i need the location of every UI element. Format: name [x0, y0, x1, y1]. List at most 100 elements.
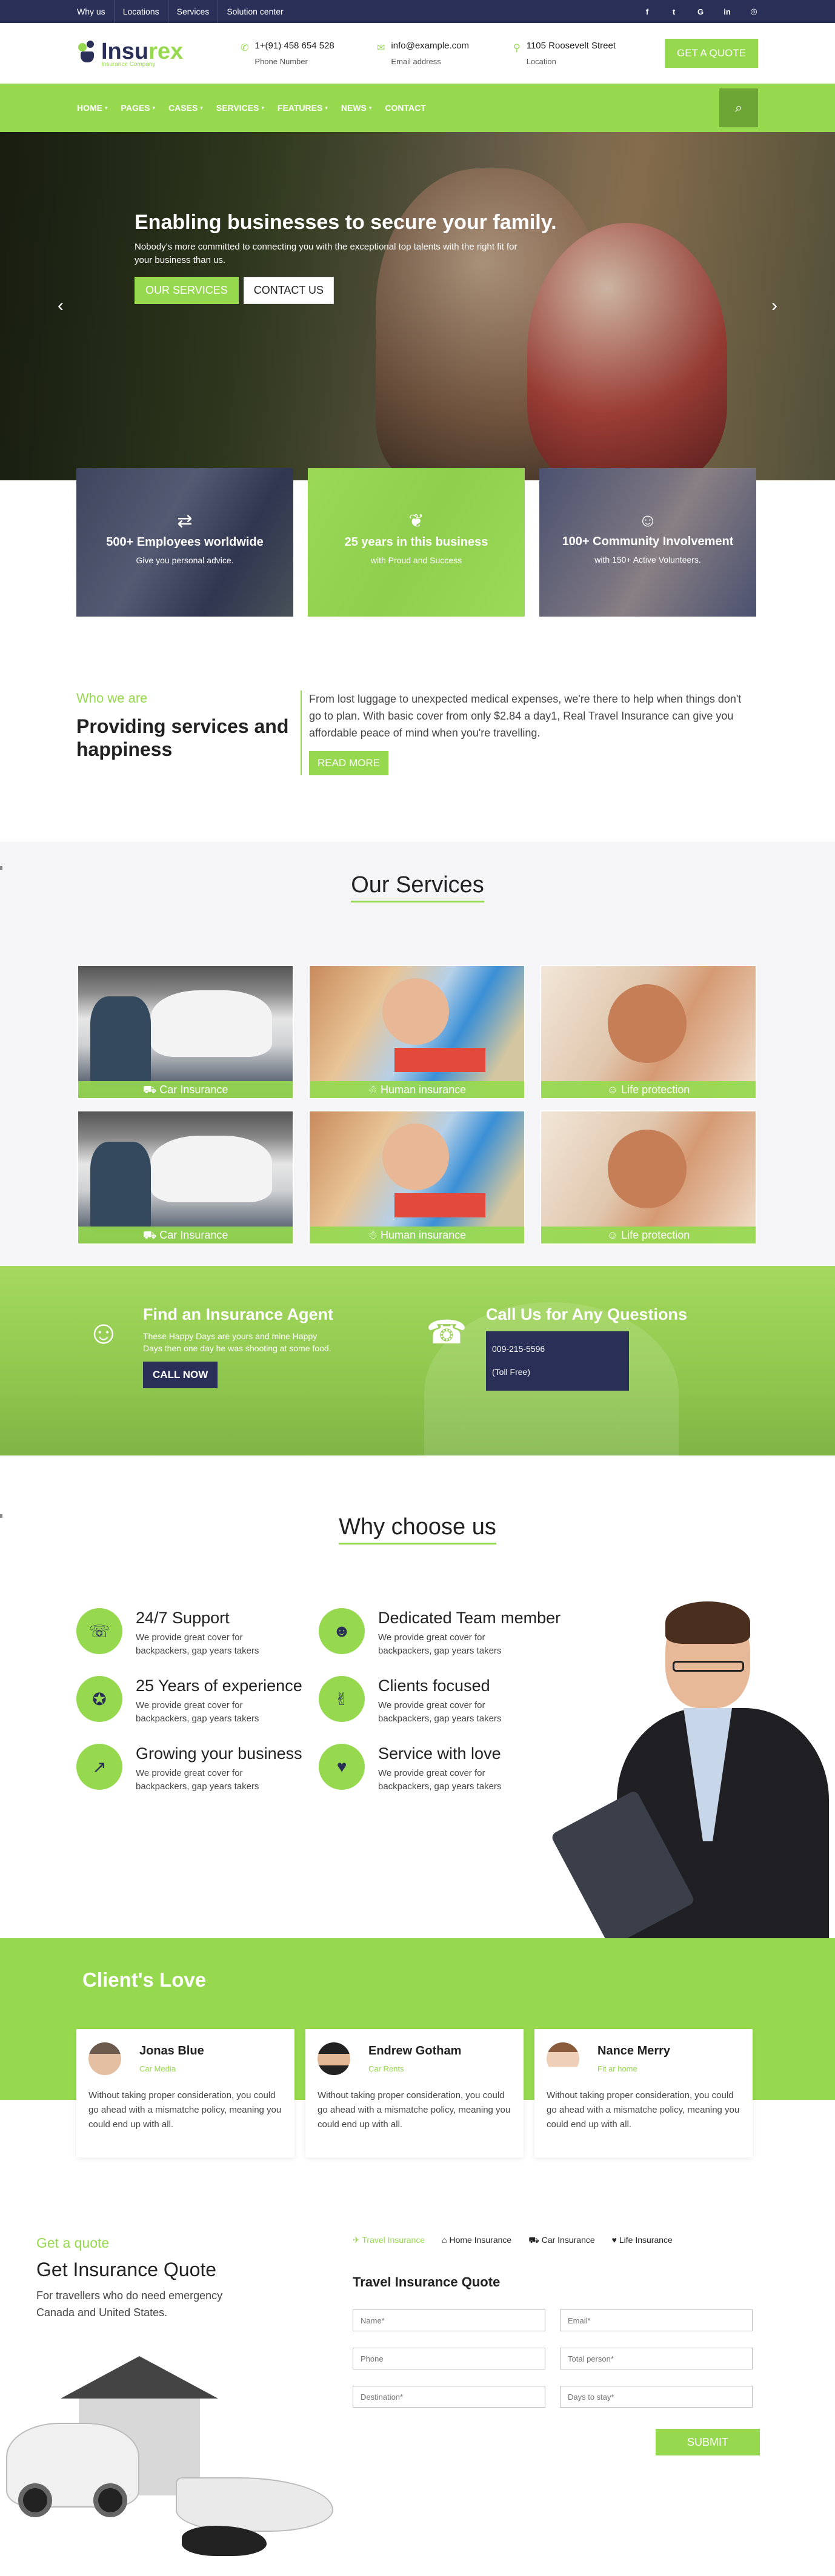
- nav-item-home[interactable]: HOME ▾: [77, 103, 115, 113]
- email-field[interactable]: [560, 2309, 753, 2331]
- days-to-stay-field[interactable]: [560, 2386, 753, 2408]
- feature-text: with Proud and Success: [370, 555, 462, 565]
- read-more-button[interactable]: READ MORE: [309, 751, 388, 775]
- nav-item-contact[interactable]: CONTACT: [378, 103, 432, 113]
- why-item-title: 25 Years of experience: [136, 1677, 302, 1695]
- tab-travel-insurance[interactable]: ✈ Travel Insurance: [353, 2235, 425, 2247]
- top-link-solution-center[interactable]: Solution center: [218, 0, 291, 23]
- quote-form: [353, 2309, 765, 2408]
- feature-boxes: ⇄ 500+ Employees worldwide Give you pers…: [76, 468, 756, 617]
- why-item-text: We provide great cover for backpackers, …: [136, 1632, 259, 1656]
- facebook-icon[interactable]: f: [643, 7, 651, 16]
- location-info: ⚲ 1105 Roosevelt Street Location: [513, 41, 650, 66]
- why-item-text: We provide great cover for backpackers, …: [378, 1632, 502, 1656]
- logo[interactable]: Insurex Insurance Company: [77, 39, 247, 68]
- testimonial-cards: Jonas Blue Car Media Without taking prope…: [76, 2029, 753, 2157]
- testimonial-card: Endrew Gotham Car Rents Without taking pr…: [305, 2029, 524, 2157]
- people-icon: ☺: [607, 1229, 619, 1241]
- name-field[interactable]: [353, 2309, 545, 2331]
- nav-item-cases[interactable]: CASES ▾: [162, 103, 210, 113]
- hero-content: Enabling businesses to secure your famil…: [135, 211, 557, 304]
- phone-icon: ✆: [241, 43, 249, 53]
- victory-icon: ✌: [319, 1676, 365, 1722]
- top-link-why-us[interactable]: Why us: [77, 0, 115, 23]
- nav-item-pages[interactable]: PAGES ▾: [115, 103, 162, 113]
- call-now-button[interactable]: CALL NOW: [143, 1362, 218, 1388]
- chevron-down-icon: ▾: [152, 104, 156, 111]
- why-title: Why choose us: [339, 1514, 496, 1545]
- feature-title: 100+ Community Involvement: [562, 535, 734, 548]
- service-card[interactable]: ☺ Life protection: [540, 1110, 757, 1245]
- feature-title: 25 years in this business: [344, 535, 488, 549]
- quote-title: Get Insurance Quote: [36, 2259, 217, 2280]
- nav-item-features[interactable]: FEATURES ▾: [271, 103, 334, 113]
- call-us-block: ☎ Call Us for Any Questions 009-215-5596…: [419, 1305, 687, 1391]
- top-bar: Why us Locations Services Solution cente…: [0, 0, 835, 23]
- car-icon: ⛟: [142, 1084, 157, 1096]
- get-quote-section: Get a quote Get Insurance Quote For trav…: [0, 2235, 835, 2576]
- contact-us-button[interactable]: CONTACT US: [243, 277, 334, 304]
- social-links: f t G in ◎: [643, 7, 758, 16]
- find-agent-text: These Happy Days are yours and mine Happ…: [143, 1331, 331, 1353]
- services-section: Our Services ⛟ Car Insurance ☃ Human ins…: [0, 842, 835, 1281]
- search-icon: ⌕: [734, 100, 743, 115]
- linkedin-icon[interactable]: in: [723, 7, 731, 16]
- slider-next-icon[interactable]: ›: [771, 296, 777, 316]
- client-role: Car Rents: [368, 2064, 404, 2073]
- nav-item-services[interactable]: SERVICES ▾: [210, 103, 271, 113]
- quote-intro: Get a quote Get Insurance Quote For trav…: [36, 2235, 254, 2321]
- section-text: From lost luggage to unexpected medical …: [309, 693, 742, 739]
- phone-field[interactable]: [353, 2348, 545, 2369]
- testimonial-text: Without taking proper consideration, you…: [88, 2090, 282, 2130]
- service-card[interactable]: ☃ Human insurance: [308, 965, 525, 1099]
- heart-icon: ♥: [611, 2235, 617, 2245]
- heart-icon: ♥: [319, 1744, 365, 1790]
- tab-life-insurance[interactable]: ♥ Life Insurance: [612, 2235, 673, 2247]
- location-label: Location: [526, 57, 556, 66]
- service-card[interactable]: ⛟ Car Insurance: [77, 1110, 294, 1245]
- hero-text: Nobody's more committed to connecting yo…: [135, 242, 517, 265]
- email-value[interactable]: info@example.com: [391, 41, 469, 51]
- email-info: ✉ info@example.com Email address: [377, 41, 513, 66]
- client-role: Fit ar home: [597, 2064, 637, 2073]
- handshake-icon: ⇄: [177, 511, 193, 531]
- email-label: Email address: [391, 57, 441, 66]
- our-services-button[interactable]: OUR SERVICES: [135, 277, 239, 304]
- service-card[interactable]: ⛟ Car Insurance: [77, 965, 294, 1099]
- why-item: ✪ 25 Years of experience We provide great …: [76, 1676, 319, 1726]
- client-role: Car Media: [139, 2064, 176, 2073]
- phone-box: 009-215-5596 (Toll Free): [486, 1331, 629, 1391]
- find-agent-block: ☺ Find an Insurance Agent These Happy Da…: [76, 1305, 337, 1388]
- community-icon: ☺: [638, 511, 657, 531]
- twitter-icon[interactable]: t: [670, 7, 678, 16]
- google-icon[interactable]: G: [696, 7, 705, 16]
- get-a-quote-button[interactable]: GET A QUOTE: [665, 39, 758, 68]
- avatar: [88, 2042, 121, 2075]
- submit-button[interactable]: SUBMIT: [656, 2429, 760, 2455]
- why-item-title: 24/7 Support: [136, 1609, 230, 1627]
- search-button[interactable]: ⌕: [719, 88, 758, 127]
- phone-info: ✆ 1+(91) 458 654 528 Phone Number: [241, 41, 377, 66]
- header-info: ✆ 1+(91) 458 654 528 Phone Number ✉ info@…: [241, 41, 650, 66]
- who-we-are-section: Who we are Providing services and happin…: [76, 690, 757, 775]
- top-link-locations[interactable]: Locations: [115, 0, 168, 23]
- top-link-services[interactable]: Services: [168, 0, 219, 23]
- destination-field[interactable]: [353, 2386, 545, 2408]
- slider-prev-icon[interactable]: ‹: [58, 296, 64, 316]
- chevron-down-icon: ▾: [261, 104, 264, 111]
- service-card[interactable]: ☃ Human insurance: [308, 1110, 525, 1245]
- nav-item-news[interactable]: NEWS ▾: [334, 103, 379, 113]
- tab-home-insurance[interactable]: ⌂ Home Insurance: [442, 2235, 511, 2247]
- service-label: Life protection: [621, 1084, 690, 1096]
- leaf-icon: ❦: [408, 511, 424, 531]
- instagram-icon[interactable]: ◎: [750, 7, 758, 16]
- service-label: Human insurance: [381, 1229, 467, 1241]
- phone-value: 1+(91) 458 654 528: [254, 41, 334, 51]
- section-title: Providing services and happiness: [76, 715, 289, 760]
- service-card[interactable]: ☺ Life protection: [540, 965, 757, 1099]
- tab-car-insurance[interactable]: ⛟ Car Insurance: [528, 2235, 594, 2247]
- feature-box-employees: ⇄ 500+ Employees worldwide Give you pers…: [76, 468, 293, 617]
- phone-number[interactable]: 009-215-5596: [492, 1337, 623, 1360]
- total-person-field[interactable]: [560, 2348, 753, 2369]
- client-name: Endrew Gotham: [368, 2044, 462, 2058]
